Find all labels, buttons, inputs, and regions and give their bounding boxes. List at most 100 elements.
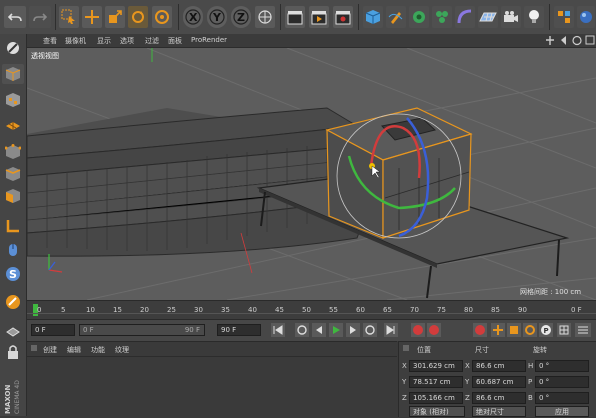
add-generator-button[interactable] (409, 6, 429, 28)
size-y-field[interactable]: 60.687 cm (472, 376, 526, 388)
size-mode-dropdown[interactable]: 绝对尺寸 (472, 406, 526, 417)
sphere-icon (580, 11, 592, 23)
add-deformer-button[interactable] (455, 6, 475, 28)
timeline-menu-button[interactable] (575, 323, 591, 337)
workplane-button[interactable] (577, 6, 595, 28)
position-z-field[interactable]: 105.166 cm (409, 392, 463, 404)
record-active-button[interactable] (411, 323, 425, 337)
locked-workplane-button[interactable] (2, 292, 24, 312)
tick-label: 20 (140, 306, 149, 314)
points-mode-button[interactable] (2, 142, 24, 162)
recent-tool-button[interactable] (152, 6, 172, 28)
checker-plane-icon (6, 122, 20, 130)
current-frame-field[interactable]: 0 F (31, 324, 75, 336)
scale-track-button[interactable] (507, 323, 521, 337)
tick-label: 0 (37, 306, 42, 314)
parameter-track-button[interactable]: P (539, 323, 553, 337)
go-to-end-button[interactable] (384, 323, 398, 337)
tick-label: 50 (302, 306, 311, 314)
maximize-view-icon[interactable] (585, 35, 595, 45)
live-selection-button[interactable] (59, 6, 79, 28)
add-environment-button[interactable] (478, 6, 498, 28)
snap-button[interactable] (554, 6, 574, 28)
polygons-mode-button[interactable] (2, 186, 24, 206)
play-button[interactable] (329, 323, 343, 337)
size-x-field[interactable]: 86.6 cm (472, 360, 526, 372)
timeline-ruler[interactable]: 0 5 10 15 20 25 30 35 40 45 50 55 60 65 … (27, 300, 596, 320)
render-picture-viewer-button[interactable] (309, 6, 329, 28)
go-to-start-button[interactable] (271, 323, 285, 337)
tick-label: 60 (356, 306, 365, 314)
z-axis-lock-button[interactable]: Z (231, 6, 251, 28)
menu-filter[interactable]: 过滤 (145, 36, 159, 46)
previous-key-button[interactable] (295, 323, 309, 337)
undo-button[interactable] (4, 6, 26, 28)
material-menu-create[interactable]: 创建 (43, 345, 57, 355)
menu-prorender[interactable]: ProRender (191, 36, 227, 44)
axis-mode-button[interactable] (2, 216, 24, 236)
move-tool-button[interactable] (82, 6, 102, 28)
position-track-button[interactable] (491, 323, 505, 337)
add-cube-button[interactable] (363, 6, 383, 28)
scale-tool-button[interactable] (105, 6, 125, 28)
menu-panel[interactable]: 面板 (168, 36, 182, 46)
maxon-logo-text: MAXON (4, 385, 12, 414)
zoom-view-icon[interactable] (561, 36, 566, 45)
pan-view-icon[interactable] (546, 36, 554, 45)
apply-button[interactable]: 应用 (535, 406, 589, 417)
loop-button[interactable] (363, 323, 377, 337)
rotate-view-icon[interactable] (572, 35, 582, 46)
make-editable-button[interactable] (2, 38, 24, 58)
add-camera-button[interactable] (501, 6, 521, 28)
tick-label: 45 (275, 306, 284, 314)
workplane-lock-icon (6, 295, 20, 309)
next-frame-button[interactable] (346, 323, 360, 337)
render-settings-button[interactable] (333, 6, 353, 28)
keyframe-selection-button[interactable] (473, 323, 487, 337)
position-y-field[interactable]: 78.517 cm (409, 376, 463, 388)
transport-bar: 0 F 0 F 90 F 90 F P (27, 319, 596, 341)
add-mograph-button[interactable] (432, 6, 452, 28)
x-axis-lock-button[interactable]: X (183, 6, 203, 28)
material-menu-function[interactable]: 功能 (91, 345, 105, 355)
menu-camera[interactable]: 摄像机 (65, 36, 86, 46)
size-z-field[interactable]: 86.6 cm (472, 392, 526, 404)
menu-options[interactable]: 选项 (120, 36, 134, 46)
previous-frame-button[interactable] (312, 323, 326, 337)
menu-display[interactable]: 显示 (97, 36, 111, 46)
add-light-button[interactable] (524, 6, 544, 28)
position-x-field[interactable]: 301.629 cm (409, 360, 463, 372)
coordinate-system-button[interactable] (255, 6, 275, 28)
layout-lock-button[interactable] (2, 342, 24, 362)
coordinate-mode-dropdown[interactable]: 对象 (相对) (409, 406, 465, 417)
render-view-button[interactable] (285, 6, 305, 28)
y-axis-lock-button[interactable]: Y (207, 6, 227, 28)
tweak-mode-button[interactable] (2, 240, 24, 260)
add-spline-button[interactable] (386, 6, 406, 28)
perspective-viewport[interactable]: 透视视图 网格间距 : 100 cm (27, 48, 596, 300)
model-mode-button[interactable] (2, 64, 24, 84)
point-level-button[interactable] (557, 323, 571, 337)
planar-workplane-button[interactable] (2, 320, 24, 340)
menu-view[interactable]: 查看 (43, 36, 57, 46)
rotate-tool-button[interactable] (128, 6, 148, 28)
material-menu-edit[interactable]: 编辑 (67, 345, 81, 355)
left-toolbar: S MAXON CINEMA 4D (0, 34, 27, 416)
material-menu-texture[interactable]: 纹理 (115, 345, 129, 355)
pen-icon (388, 12, 403, 24)
edges-mode-button[interactable] (2, 164, 24, 184)
rotation-track-button[interactable] (523, 323, 537, 337)
rotation-b-field[interactable]: 0 ° (535, 392, 589, 404)
rotation-h-field[interactable]: 0 ° (535, 360, 589, 372)
frame-range-slider[interactable]: 0 F 90 F (79, 324, 205, 336)
points-cube-icon (5, 144, 21, 159)
workplane-mode-button[interactable] (2, 116, 24, 136)
redo-button[interactable] (29, 6, 51, 28)
svg-text:P: P (544, 327, 549, 335)
texture-mode-button[interactable] (2, 90, 24, 110)
autokey-button[interactable] (427, 323, 441, 337)
rotation-p-field[interactable]: 0 ° (535, 376, 589, 388)
snapping-button[interactable]: S (2, 264, 24, 284)
end-frame-field[interactable]: 90 F (217, 324, 261, 336)
recent-tool-icon (155, 10, 169, 24)
